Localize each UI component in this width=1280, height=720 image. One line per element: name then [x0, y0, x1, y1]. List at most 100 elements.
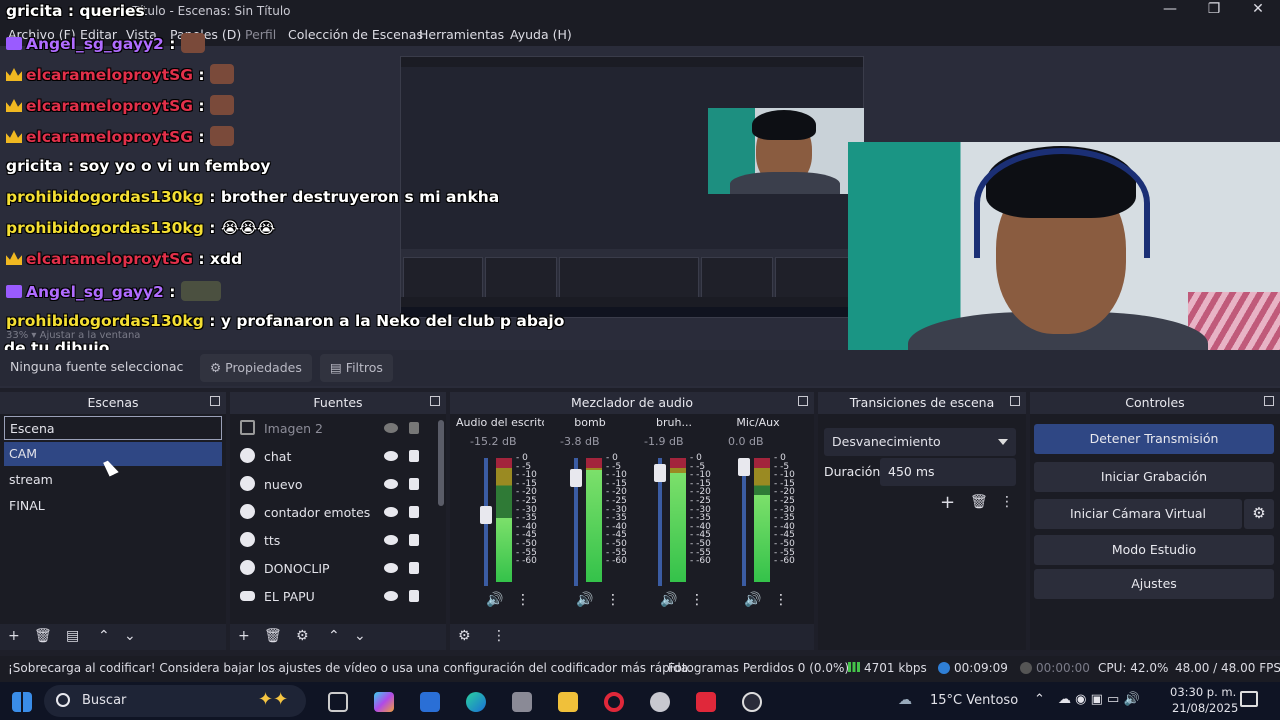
chevron-up-icon[interactable]: ⌃ — [328, 628, 340, 644]
kebab-menu-icon[interactable]: ⋮ — [492, 628, 506, 644]
chevron-down-icon[interactable]: ⌄ — [354, 628, 366, 644]
copilot-icon[interactable] — [374, 692, 394, 712]
volume-slider-handle[interactable] — [480, 506, 492, 525]
menu-editar[interactable]: Editar — [80, 27, 117, 42]
controls-header: Controles — [1030, 392, 1280, 414]
popout-icon[interactable] — [430, 396, 440, 406]
lock-icon[interactable] — [409, 450, 419, 462]
lock-icon[interactable] — [409, 478, 419, 490]
speaker-icon[interactable]: 🔊 — [744, 592, 761, 608]
lock-icon[interactable] — [409, 422, 419, 434]
volume-slider-handle[interactable] — [654, 463, 666, 482]
menu-perfil[interactable]: Perfil — [245, 27, 276, 42]
popout-icon[interactable] — [210, 396, 220, 406]
volume-slider-handle[interactable] — [570, 469, 582, 487]
chevron-up-icon[interactable]: ⌃ — [98, 628, 110, 644]
menu-paneles[interactable]: Paneles (D) — [170, 27, 241, 42]
clock-date[interactable]: 21/08/2025 — [1172, 701, 1238, 715]
kebab-menu-icon[interactable]: ⋮ — [1000, 494, 1014, 510]
scene-item[interactable]: FINAL — [4, 494, 222, 518]
source-item[interactable]: DONOCLIP — [236, 556, 432, 582]
source-item[interactable]: EL PAPU — [236, 584, 432, 610]
weather-text[interactable]: 15°C Ventoso — [930, 693, 1018, 708]
duration-input[interactable]: 450 ms — [880, 458, 1016, 486]
image-icon — [240, 420, 255, 435]
taskbar-search[interactable]: Buscar ✦✦ — [44, 685, 306, 717]
clock-time[interactable]: 03:30 p. m. — [1170, 685, 1236, 699]
scene-item[interactable]: Escena — [4, 416, 222, 440]
menu-vista[interactable]: Vista — [126, 27, 157, 42]
properties-button[interactable]: ⚙ Propiedades — [200, 354, 312, 382]
trash-icon[interactable]: 🗑 — [264, 628, 282, 644]
opera-icon[interactable] — [604, 692, 624, 712]
app-icon[interactable] — [650, 692, 670, 712]
gear-icon[interactable]: ⚙ — [296, 628, 309, 644]
source-item[interactable]: tts — [236, 528, 432, 554]
kebab-menu-icon[interactable]: ⋮ — [690, 592, 704, 608]
kebab-menu-icon[interactable]: ⋮ — [606, 592, 620, 608]
popout-icon[interactable] — [1010, 396, 1020, 406]
level-meter — [670, 458, 686, 582]
notification-icon[interactable] — [1240, 691, 1258, 707]
task-view-icon[interactable] — [328, 692, 348, 712]
eye-icon[interactable] — [384, 451, 398, 461]
source-item[interactable]: nuevo — [236, 472, 432, 498]
trash-icon[interactable]: 🗑 — [34, 628, 52, 644]
windows-start-icon[interactable] — [12, 692, 32, 712]
eye-icon[interactable] — [384, 535, 398, 545]
tray-chevron-up-icon[interactable]: ⌃ — [1034, 692, 1045, 707]
menu-archivo[interactable]: Archivo (F) — [8, 27, 76, 42]
minimize-button[interactable]: — — [1148, 1, 1192, 17]
source-item[interactable]: Imagen 2 — [236, 416, 432, 442]
chevron-down-icon[interactable]: ⌄ — [124, 628, 136, 644]
studio-mode-button[interactable]: Modo Estudio — [1034, 535, 1274, 565]
add-icon[interactable]: + — [8, 628, 20, 644]
menu-coleccion-escenas[interactable]: Colección de Escenas — [288, 27, 423, 42]
obs-icon[interactable] — [742, 692, 762, 712]
store-icon[interactable] — [420, 692, 440, 712]
filter-icon[interactable]: ▤ — [66, 628, 79, 644]
popout-icon[interactable] — [1264, 396, 1274, 406]
tray-icons[interactable]: ☁ ◉ ▣ ▭ 🔊 — [1058, 692, 1140, 707]
speaker-icon[interactable]: 🔊 — [486, 592, 503, 608]
add-icon[interactable]: + — [940, 492, 955, 513]
lock-icon[interactable] — [409, 590, 419, 602]
lock-icon[interactable] — [409, 534, 419, 546]
stop-streaming-button[interactable]: Detener Transmisión — [1034, 424, 1274, 454]
eye-icon[interactable] — [384, 479, 398, 489]
kebab-menu-icon[interactable]: ⋮ — [516, 592, 530, 608]
lock-icon[interactable] — [409, 506, 419, 518]
volume-slider-track[interactable] — [742, 458, 746, 586]
eye-icon[interactable] — [384, 591, 398, 601]
gears-icon[interactable]: ⚙ — [458, 628, 471, 644]
kebab-menu-icon[interactable]: ⋮ — [774, 592, 788, 608]
wps-icon[interactable] — [696, 692, 716, 712]
source-item[interactable]: chat — [236, 444, 432, 470]
edge-icon[interactable] — [466, 692, 486, 712]
lock-icon[interactable] — [409, 562, 419, 574]
app-icon[interactable] — [512, 692, 532, 712]
volume-slider-handle[interactable] — [738, 458, 750, 476]
menu-ayuda[interactable]: Ayuda (H) — [510, 27, 572, 42]
maximize-button[interactable]: ❐ — [1192, 1, 1236, 17]
source-item[interactable]: contador emotes — [236, 500, 432, 526]
start-virtual-camera-button[interactable]: Iniciar Cámara Virtual — [1034, 499, 1242, 529]
start-recording-button[interactable]: Iniciar Grabación — [1034, 462, 1274, 492]
eye-icon[interactable] — [384, 563, 398, 573]
eye-icon[interactable] — [384, 507, 398, 517]
sources-scrollbar[interactable] — [438, 420, 444, 506]
popout-icon[interactable] — [798, 396, 808, 406]
settings-button[interactable]: Ajustes — [1034, 569, 1274, 599]
add-icon[interactable]: + — [238, 628, 250, 644]
trash-icon[interactable]: 🗑 — [970, 494, 988, 510]
stream-time: 00:09:09 — [954, 661, 1008, 675]
speaker-icon[interactable]: 🔊 — [576, 592, 593, 608]
close-button[interactable]: ✕ — [1236, 1, 1280, 17]
eye-icon[interactable] — [384, 423, 398, 433]
transition-select[interactable]: Desvanecimiento — [824, 428, 1016, 456]
filters-button[interactable]: ▤ Filtros — [320, 354, 393, 382]
menu-herramientas[interactable]: Herramientas — [419, 27, 504, 42]
folder-icon[interactable] — [558, 692, 578, 712]
gear-icon[interactable]: ⚙ — [1244, 499, 1274, 529]
speaker-icon[interactable]: 🔊 — [660, 592, 677, 608]
